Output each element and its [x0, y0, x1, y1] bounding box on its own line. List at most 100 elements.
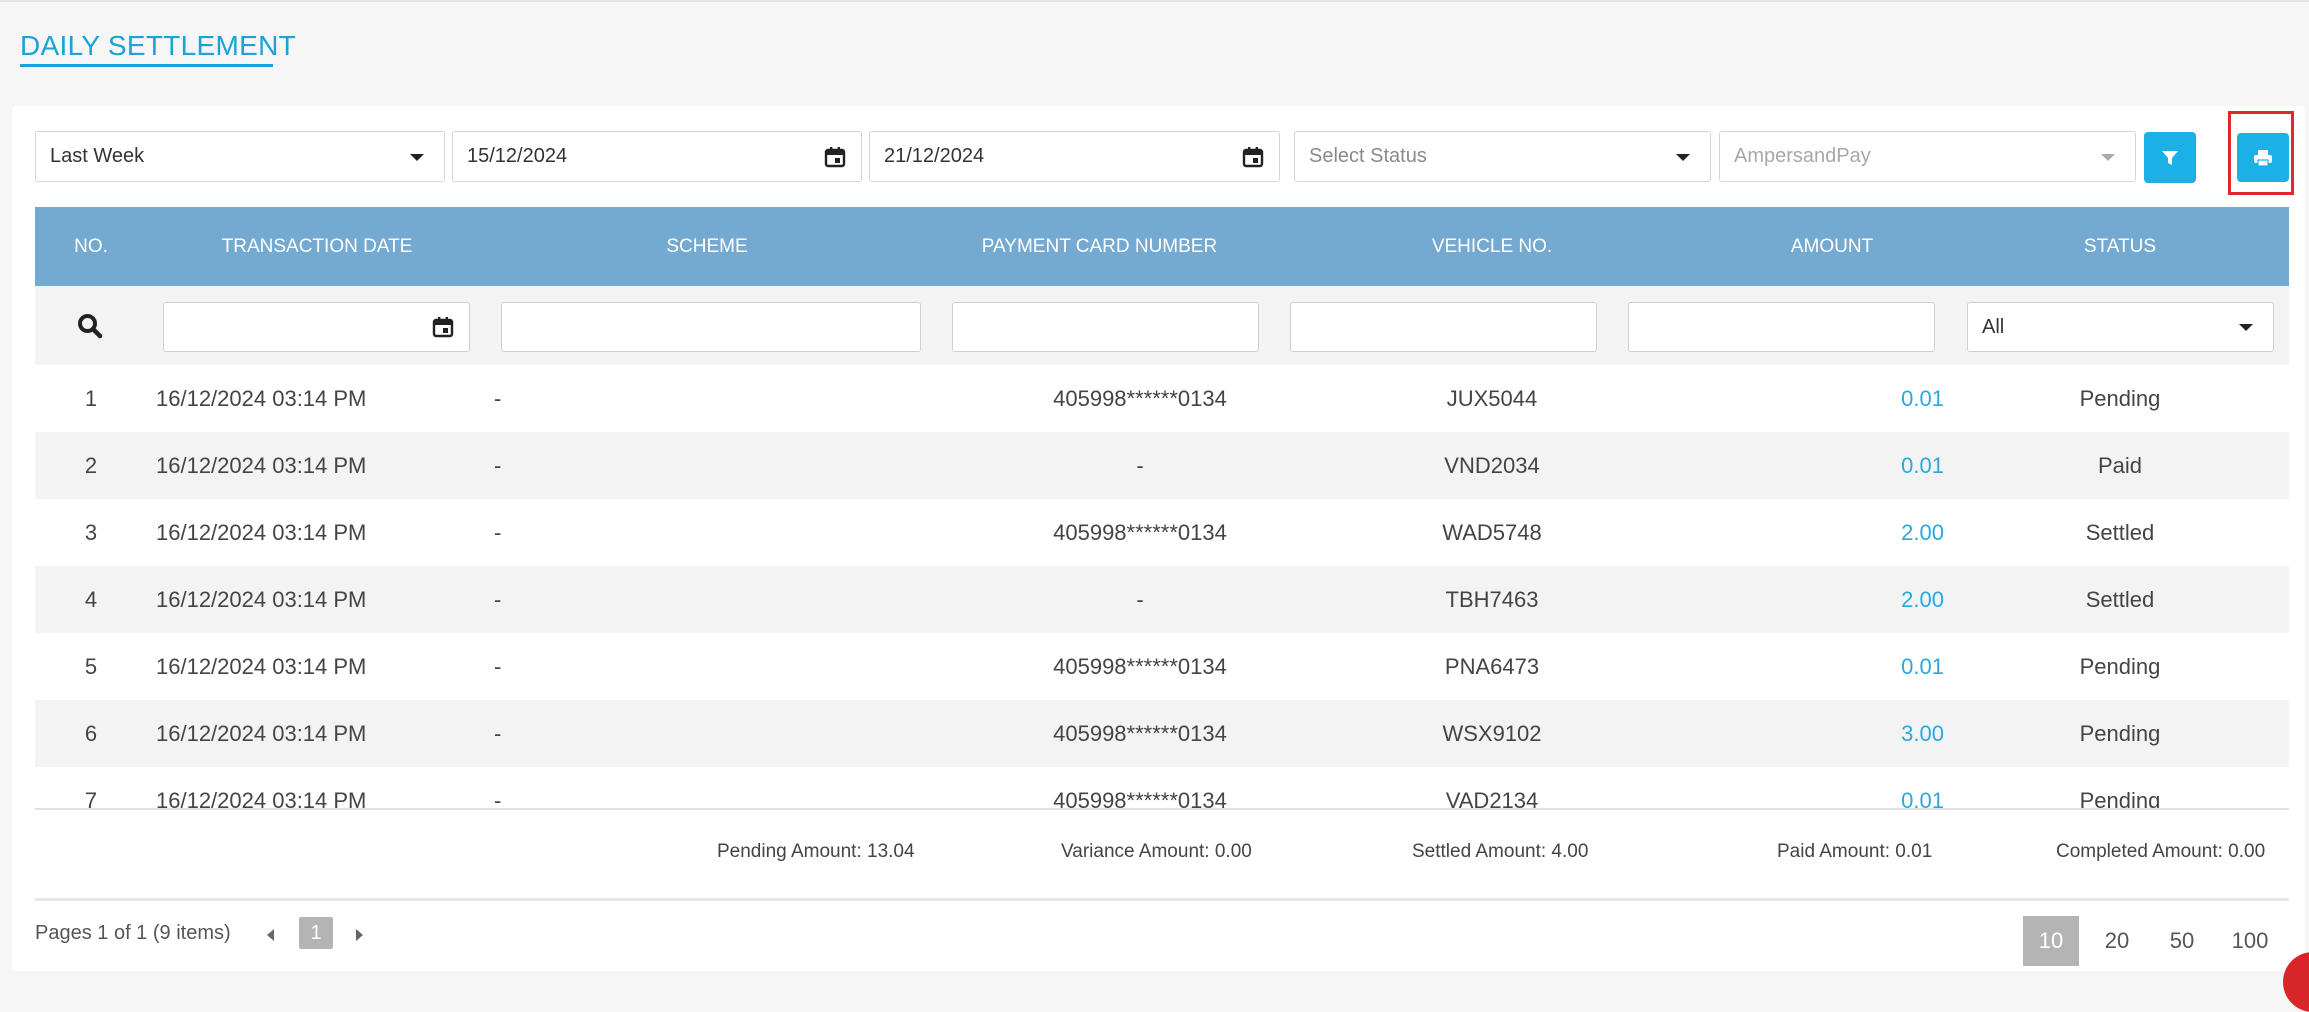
filter-button[interactable] — [2144, 132, 2196, 183]
row-vehicle: WAD5748 — [1442, 520, 1542, 545]
col-amount[interactable]: AMOUNT — [1712, 207, 1952, 286]
row-status: Settled — [2085, 520, 2155, 545]
chevron-down-icon — [2101, 154, 2115, 161]
row-date: 16/12/2024 03:14 PM — [156, 587, 367, 612]
row-status: Pending — [2079, 386, 2161, 411]
table-row[interactable]: 4 16/12/2024 03:14 PM - - TBH7463 2.00 S… — [35, 566, 2289, 633]
table-row[interactable]: 2 16/12/2024 03:14 PM - - VND2034 0.01 P… — [35, 432, 2289, 499]
table-header: NO. TRANSACTION DATE SCHEME PAYMENT CARD… — [35, 207, 2289, 286]
table-divider — [35, 808, 2289, 810]
period-select-value: Last Week — [50, 145, 145, 167]
scheme-filter-input[interactable] — [501, 302, 921, 352]
row-no: 6 — [84, 721, 98, 746]
page-size-10[interactable]: 10 — [2023, 916, 2079, 966]
table-row[interactable]: 3 16/12/2024 03:14 PM - 405998******0134… — [35, 499, 2289, 566]
col-no[interactable]: NO. — [35, 207, 147, 286]
row-status: Paid — [2097, 453, 2143, 478]
row-scheme: - — [494, 453, 502, 478]
to-date-input[interactable]: 21/12/2024 — [869, 131, 1280, 182]
settled-amount: Settled Amount: 4.00 — [1412, 841, 1589, 862]
date-filter-input[interactable] — [163, 302, 470, 352]
col-vehicle-no[interactable]: VEHICLE NO. — [1272, 207, 1712, 286]
col-transaction-date[interactable]: TRANSACTION DATE — [147, 207, 487, 286]
filter-icon — [2162, 150, 2178, 165]
row-amount: 0.01 — [1901, 453, 1944, 478]
row-vehicle: VAD2134 — [1445, 788, 1539, 809]
paid-amount: Paid Amount: 0.01 — [1777, 841, 1933, 862]
card-filter-input[interactable] — [952, 302, 1259, 352]
row-no: 3 — [84, 520, 98, 545]
row-no: 5 — [84, 654, 98, 679]
table-row[interactable]: 5 16/12/2024 03:14 PM - 405998******0134… — [35, 633, 2289, 700]
row-date: 16/12/2024 03:14 PM — [156, 453, 367, 478]
calendar-icon[interactable] — [431, 315, 455, 339]
variance-amount: Variance Amount: 0.00 — [1061, 841, 1252, 862]
amount-filter-input[interactable] — [1628, 302, 1935, 352]
chevron-down-icon — [2239, 324, 2253, 331]
period-select[interactable]: Last Week — [35, 131, 445, 182]
row-no: 1 — [84, 386, 98, 411]
row-scheme: - — [494, 386, 502, 411]
row-status: Pending — [2079, 788, 2161, 809]
page-size-20[interactable]: 20 — [2089, 916, 2145, 966]
chevron-down-icon — [410, 154, 424, 161]
row-date: 16/12/2024 03:14 PM — [156, 721, 367, 746]
table-row[interactable]: 1 16/12/2024 03:14 PM - 405998******0134… — [35, 365, 2289, 432]
calendar-icon[interactable] — [1241, 145, 1265, 169]
table-row[interactable]: 7 16/12/2024 03:14 PM - 405998******0134… — [35, 767, 2289, 809]
table-row[interactable]: 6 16/12/2024 03:14 PM - 405998******0134… — [35, 700, 2289, 767]
status-select-placeholder: Select Status — [1309, 145, 1427, 167]
from-date-input[interactable]: 15/12/2024 — [452, 131, 862, 182]
row-status: Pending — [2079, 721, 2161, 746]
footer-divider — [35, 898, 2289, 901]
row-amount: 0.01 — [1901, 654, 1944, 679]
row-scheme: - — [494, 654, 502, 679]
page-number-button[interactable]: 1 — [299, 917, 333, 949]
page-title: DAILY SETTLEMENT — [20, 30, 297, 61]
row-status: Pending — [2079, 654, 2161, 679]
row-scheme: - — [494, 788, 502, 809]
row-vehicle: TBH7463 — [1445, 587, 1539, 612]
vehicle-filter-input[interactable] — [1290, 302, 1597, 352]
table-body: 1 16/12/2024 03:14 PM - 405998******0134… — [35, 365, 2289, 809]
row-scheme: - — [494, 587, 502, 612]
row-scheme: - — [494, 721, 502, 746]
row-amount: 3.00 — [1901, 721, 1944, 746]
row-no: 2 — [84, 453, 98, 478]
pager-info: Pages 1 of 1 (9 items) — [35, 922, 231, 944]
row-amount: 0.01 — [1901, 386, 1944, 411]
row-vehicle: JUX5044 — [1446, 386, 1538, 411]
search-icon — [78, 314, 103, 339]
completed-amount: Completed Amount: 0.00 — [2056, 841, 2266, 862]
row-date: 16/12/2024 03:14 PM — [156, 386, 367, 411]
row-amount: 0.01 — [1901, 788, 1944, 809]
row-date: 16/12/2024 03:14 PM — [156, 520, 367, 545]
status-select[interactable]: Select Status — [1294, 131, 1711, 182]
highlight-annotation — [2228, 111, 2294, 195]
calendar-icon[interactable] — [823, 145, 847, 169]
status-filter-select[interactable]: All — [1967, 302, 2274, 352]
next-page-icon[interactable] — [356, 929, 363, 941]
pending-amount: Pending Amount: 13.04 — [717, 841, 915, 862]
row-amount: 2.00 — [1901, 520, 1944, 545]
provider-select[interactable]: AmpersandPay — [1719, 131, 2136, 182]
row-scheme: - — [494, 520, 502, 545]
col-payment-card-number[interactable]: PAYMENT CARD NUMBER — [927, 207, 1272, 286]
row-vehicle: WSX9102 — [1442, 721, 1542, 746]
row-status: Settled — [2085, 587, 2155, 612]
page-size-100[interactable]: 100 — [2222, 916, 2278, 966]
col-status[interactable]: STATUS — [1964, 207, 2276, 286]
col-scheme[interactable]: SCHEME — [487, 207, 927, 286]
title-underline — [20, 64, 273, 67]
page-size-50[interactable]: 50 — [2154, 916, 2210, 966]
top-border — [0, 0, 2309, 2]
from-date-value: 15/12/2024 — [467, 145, 568, 167]
prev-page-icon[interactable] — [267, 929, 274, 941]
row-date: 16/12/2024 03:14 PM — [156, 788, 367, 809]
to-date-value: 21/12/2024 — [884, 145, 985, 167]
row-date: 16/12/2024 03:14 PM — [156, 654, 367, 679]
row-vehicle: VND2034 — [1444, 453, 1540, 478]
provider-select-value: AmpersandPay — [1734, 145, 1871, 167]
row-no: 4 — [84, 587, 98, 612]
row-vehicle: PNA6473 — [1444, 654, 1540, 679]
